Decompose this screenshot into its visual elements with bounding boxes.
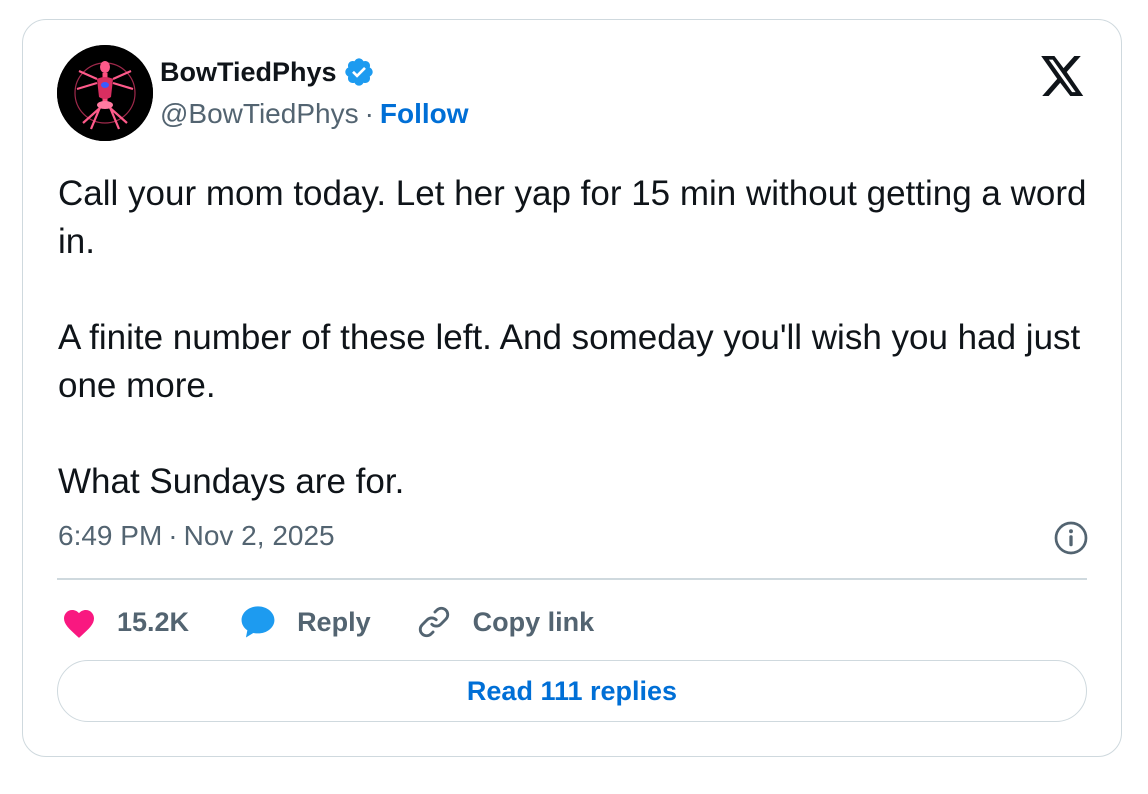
tweet-text: Call your mom today. Let her yap for 15 … — [58, 170, 1098, 506]
read-replies-button[interactable]: Read 111 replies — [57, 660, 1087, 722]
speech-bubble-icon — [241, 606, 275, 638]
separator-dot: · — [364, 98, 374, 129]
like-count: 15.2K — [117, 606, 190, 637]
tweet-paragraph: What Sundays are for. — [58, 462, 405, 501]
tweet-paragraph: A finite number of these left. And somed… — [58, 318, 1081, 405]
verified-badge-icon — [344, 58, 373, 86]
divider — [57, 578, 1087, 580]
info-icon[interactable] — [1053, 520, 1089, 556]
handle[interactable]: @BowTiedPhys — [160, 98, 359, 130]
display-name[interactable]: BowTiedPhys — [160, 57, 337, 88]
tweet-paragraph: Call your mom today. Let her yap for 15 … — [58, 174, 1087, 261]
reply-label: Reply — [297, 606, 371, 637]
tweet-date: Nov 2, 2025 — [183, 520, 335, 551]
separator-dot: · — [168, 520, 178, 551]
anatomy-figure-icon — [57, 45, 153, 141]
x-logo-icon[interactable] — [1041, 56, 1085, 96]
name-row: BowTiedPhys — [160, 56, 375, 88]
tweet-card: BowTiedPhys @BowTiedPhys · Follow Call y… — [22, 19, 1122, 757]
copy-link-button[interactable]: Copy link — [415, 603, 595, 641]
timestamp[interactable]: 6:49 PM · Nov 2, 2025 — [58, 520, 335, 552]
handle-row: @BowTiedPhys · Follow — [160, 98, 469, 130]
heart-icon — [64, 610, 94, 638]
tweet-time: 6:49 PM — [58, 520, 163, 551]
reply-button[interactable]: Reply — [239, 604, 371, 640]
action-bar: 15.2K Reply Copy link — [61, 600, 594, 644]
like-button[interactable]: 15.2K — [61, 605, 189, 639]
copy-link-label: Copy link — [472, 606, 595, 637]
follow-button[interactable]: Follow — [380, 98, 469, 130]
link-icon — [418, 606, 449, 638]
avatar[interactable] — [57, 45, 153, 141]
